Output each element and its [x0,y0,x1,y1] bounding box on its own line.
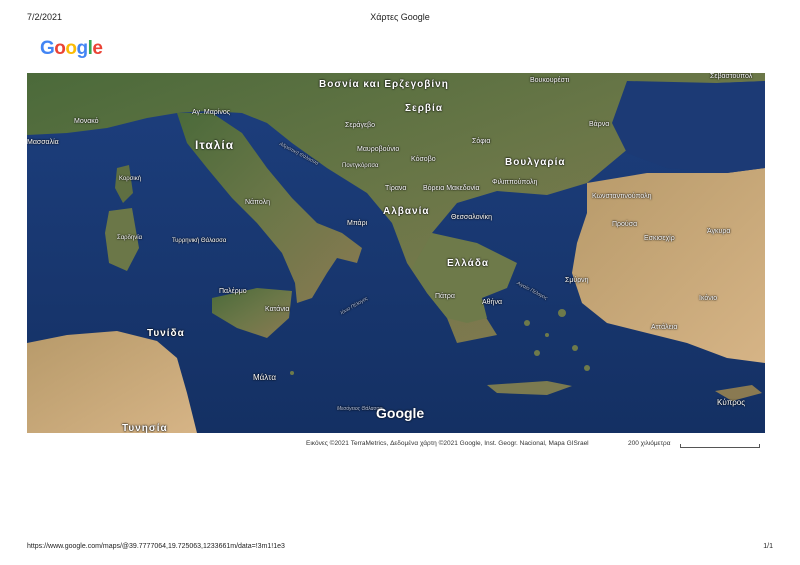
label-istanbul: Κωνσταντινούπολη [592,193,652,200]
label-corsica: Κορσική [119,176,142,182]
label-italy: Ιταλία [195,138,235,152]
label-varna: Βάρνα [589,121,610,128]
label-cyprus: Κύπρος [717,398,746,407]
label-albania: Αλβανία [383,206,430,217]
label-san-marino: Αγ. Μαρίνος [192,109,231,116]
label-sardinia: Σαρδηνία [117,235,143,241]
label-patra: Πάτρα [435,293,455,300]
map-attribution: Εικόνες ©2021 TerraMetrics, Δεδομένα χάρ… [306,440,589,447]
label-marseille: Μασσαλία [27,139,59,146]
logo-letter: G [40,38,55,59]
label-tyrrhenian: Τυρρηνική Θάλασσα [172,238,227,244]
label-palermo: Παλέρμο [219,288,247,295]
label-izmir: Σμύρνη [565,277,589,284]
label-ankara: Άγκυρα [707,228,731,235]
label-montenegro: Μαυροβούνιο [357,146,400,153]
label-podgorica: Ποντγκόριτσα [342,163,379,169]
page-title: Χάρτες Google [370,12,430,22]
label-sofia: Σόφια [472,138,491,145]
logo-letter: o [65,38,77,59]
logo-letter: o [54,38,66,59]
logo-letter: e [92,38,103,59]
label-monaco: Μονακό [74,118,99,125]
label-serbia: Σερβία [405,103,443,114]
label-malta: Μάλτα [253,373,276,382]
scale-label: 200 χιλιόμετρα [628,440,671,447]
label-tunisia-south: Τυνησία [122,423,168,433]
map-imagery [27,73,765,433]
scale-bar [680,444,760,448]
label-kosovo: Κόσοβο [411,156,436,163]
page-number: 1/1 [763,543,773,550]
label-north-macedonia: Βόρεια Μακεδονία [423,185,480,192]
logo-letter: g [76,38,89,59]
label-sarajevo: Σεράγεβο [345,122,376,129]
satellite-map[interactable]: Βοσνία και Ερζεγοβίνη Σερβία Ιταλία Βουλ… [27,73,765,433]
label-bulgaria: Βουλγαρία [505,157,566,168]
label-antalya: Αττάλεια [651,324,678,331]
label-bari: Μπάρι [347,220,368,227]
label-bosnia: Βοσνία και Ερζεγοβίνη [319,79,449,90]
label-bursa: Προύσα [612,221,638,228]
label-athens: Αθήνα [482,299,503,306]
label-naples: Νάπολη [245,199,270,206]
label-tunisia: Τυνίδα [147,328,185,339]
label-plovdiv: Φιλιππούπολη [492,179,538,186]
google-logo: Google [40,38,103,60]
label-konya: Ικόνιο [699,295,718,302]
label-eskisehir: Εσκισεχίρ [644,235,675,242]
label-bucharest: Βουκουρέστι [530,77,570,84]
map-google-watermark: Google [376,405,425,421]
footer-url: https://www.google.com/maps/@39.7777064,… [27,543,285,550]
label-catania: Κατάνια [265,306,290,313]
label-greece: Ελλάδα [447,258,490,269]
label-tirana: Τίρανα [385,185,407,192]
label-thessaloniki: Θεσσαλονίκη [451,214,492,221]
label-sevastopol: Σεβαστούπολ [710,73,753,80]
